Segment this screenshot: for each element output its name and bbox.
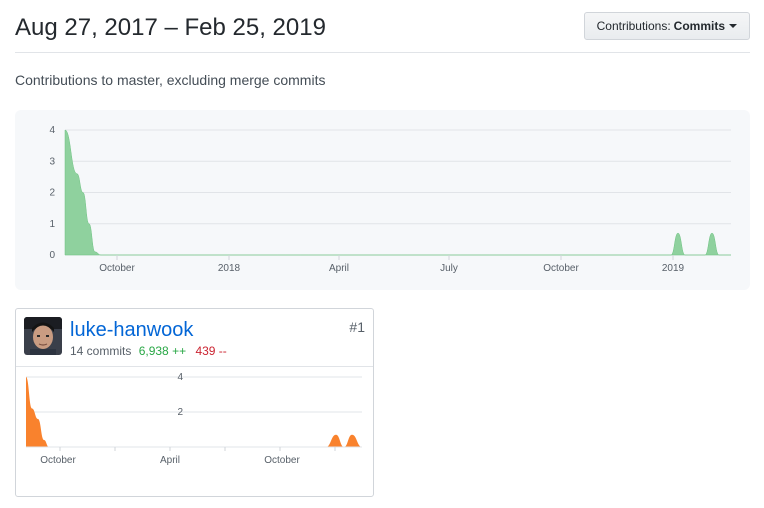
caret-down-icon [729,24,737,28]
x-tick-label: October [264,455,300,466]
contributions-selected-value: Commits [673,19,725,33]
y-tick-label: 4 [49,125,55,136]
x-tick-label: 2019 [662,263,685,274]
x-tick-label: April [160,455,180,466]
date-range-title: Aug 27, 2017 – Feb 25, 2019 [15,14,326,41]
y-tick-label: 1 [49,219,55,230]
x-tick-label: October [543,263,579,274]
avatar[interactable] [24,317,62,355]
contributor-chart: 4 2 October April October [26,372,362,466]
deletions-count: 439 -- [195,344,227,358]
page-header: Aug 27, 2017 – Feb 25, 2019 Contribution… [15,0,750,53]
contributor-card-header: luke-hanwook 14 commits 6,938 ++ 439 -- … [16,309,373,367]
contributions-label: Contributions: [596,19,671,33]
x-tick-label: October [40,455,76,466]
x-tick-label: 2018 [218,263,241,274]
x-tick-label: April [329,263,349,274]
y-tick-label: 2 [49,188,55,199]
contributions-chart: 0 1 2 3 4 October 2018 April July October 2019 [15,110,750,290]
x-tick-label: October [99,263,135,274]
additions-count: 6,938 ++ [138,344,187,358]
contributor-username-link[interactable]: luke-hanwook [70,319,193,342]
y-tick-label: 3 [49,156,55,167]
contributions-chart-svg: 0 1 2 3 4 October 2018 April July October 2019 [49,125,731,274]
contributions-type-dropdown[interactable]: Contributions: Commits [583,12,750,40]
contributor-card: luke-hanwook 14 commits 6,938 ++ 439 -- … [15,308,374,497]
contributions-description: Contributions to master, excluding merge… [15,72,326,88]
commit-count: 14 commits [70,344,132,358]
y-tick-label: 2 [177,407,183,418]
y-tick-label: 4 [177,372,183,383]
x-tick-label: July [440,263,458,274]
y-tick-label: 0 [49,250,55,261]
contributor-rank: #1 [349,319,365,335]
contributor-stats: 14 commits 6,938 ++ 439 -- [70,344,227,358]
